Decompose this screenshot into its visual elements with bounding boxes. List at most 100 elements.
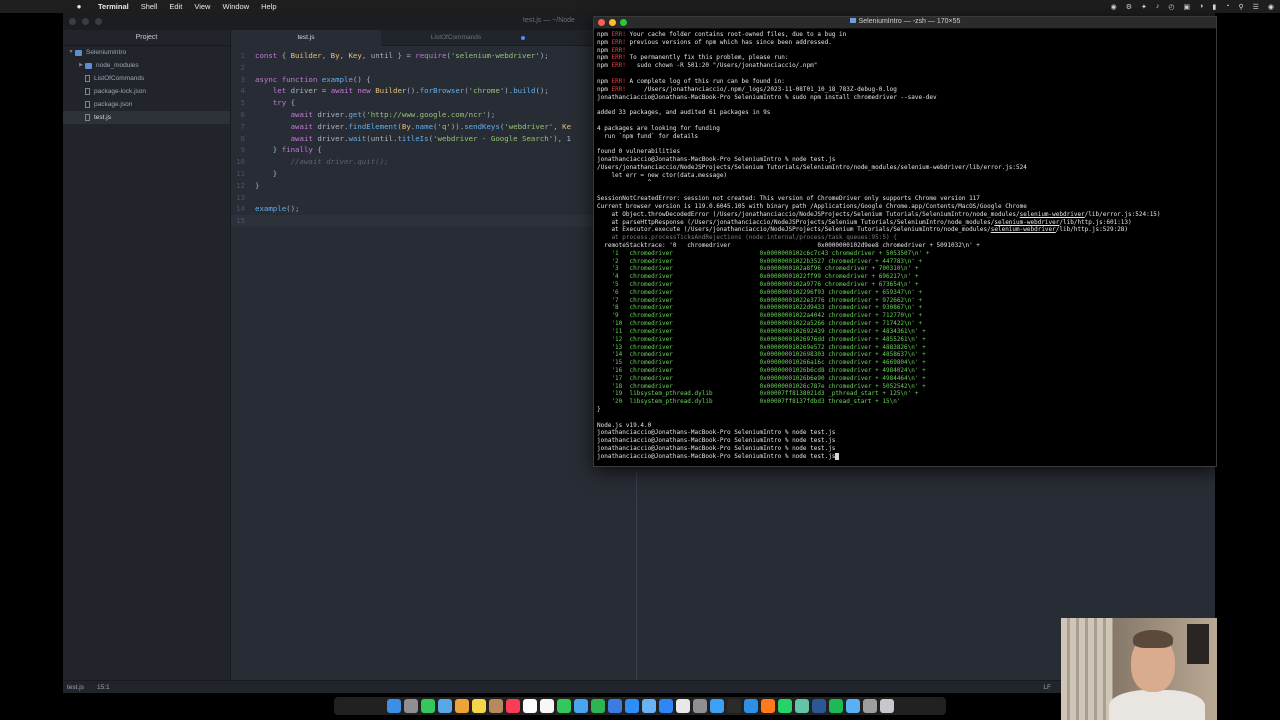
chrome-icon[interactable] [675, 699, 690, 713]
calendar-icon[interactable] [522, 699, 537, 713]
firefox-icon[interactable] [760, 699, 775, 713]
whatsapp-icon[interactable] [777, 699, 792, 713]
line-number: 2 [240, 62, 245, 72]
terminal-line: Current browser version is 119.0.6045.10… [597, 202, 1027, 210]
code-text: async function example() { [255, 74, 371, 84]
mail-icon[interactable] [573, 699, 588, 713]
wifi-icon[interactable]: ◔ [1225, 3, 1229, 10]
terminal-line: jonathanciaccio@Jonathans-MacBook-Pro Se… [597, 429, 836, 437]
volume-icon[interactable]: ♪ [1156, 3, 1160, 10]
code-text: } [255, 169, 278, 178]
control-center-icon[interactable]: ☰ [1253, 3, 1259, 11]
code-text: } finally { [255, 145, 322, 155]
terminal-line: added 33 packages, and audited 61 packag… [597, 109, 771, 117]
apple-menu-icon[interactable]: ● [72, 2, 86, 11]
finder-icon[interactable] [386, 699, 401, 713]
atom-icon[interactable] [794, 699, 809, 713]
code-text: try { [272, 98, 296, 108]
app-store-icon[interactable] [624, 699, 639, 713]
dock [334, 697, 946, 715]
terminal-output[interactable]: npm ERR! Your cache folder contains root… [597, 31, 1213, 464]
terminal-title-text: SeleniumIntro — -zsh — 170×55 [858, 18, 961, 25]
reminders-icon[interactable] [539, 699, 554, 713]
screen-record-icon[interactable]: ◉ [1111, 3, 1117, 11]
file-icon [85, 88, 90, 95]
terminal-line: '10 chromedriver 0x00000001022a5266 chro… [597, 320, 923, 328]
trash-icon[interactable] [879, 699, 894, 713]
tree-item[interactable]: package.json [63, 98, 230, 111]
search-icon[interactable]: ⚲ [1238, 3, 1243, 11]
photos-icon[interactable] [454, 699, 469, 713]
terminal-line: '7 chromedriver 0x00000001022e3776 chrom… [597, 296, 923, 304]
terminal-line: jonathanciaccio@Jonathans-MacBook-Pro Se… [597, 445, 836, 453]
line-number: 14 [236, 204, 245, 214]
tab-list-of-commands[interactable]: ListOfCommands [381, 30, 531, 46]
music-icon[interactable] [505, 699, 520, 713]
finder-folder-icon[interactable] [845, 699, 860, 713]
bluetooth-icon[interactable]: ✦ [1141, 3, 1147, 11]
editor-zoom-button[interactable] [95, 18, 102, 25]
file-icon [85, 114, 90, 121]
facetime-icon[interactable] [556, 699, 571, 713]
xcode-icon[interactable] [709, 699, 724, 713]
folder-icon [85, 62, 92, 69]
battery-icon[interactable]: ▮ [1212, 3, 1216, 11]
project-header[interactable]: Project [63, 30, 230, 46]
status-cursor-position[interactable]: 15:1 [97, 681, 110, 694]
terminal-icon[interactable] [726, 699, 741, 713]
editor-close-button[interactable] [69, 18, 76, 25]
menu-window[interactable]: Window [222, 2, 249, 11]
display-icon[interactable]: ▣ [1184, 3, 1191, 11]
system-settings-icon[interactable] [692, 699, 707, 713]
status-file-name[interactable]: test.js [67, 681, 84, 694]
keynote-icon[interactable] [607, 699, 622, 713]
menu-view[interactable]: View [194, 2, 210, 11]
preview-icon[interactable] [641, 699, 656, 713]
editor-status-bar: test.js 15:1 LF [63, 680, 1215, 693]
launchpad-icon[interactable] [403, 699, 418, 713]
messages-icon[interactable] [420, 699, 435, 713]
editor-minimize-button[interactable] [82, 18, 89, 25]
safari-icon[interactable] [658, 699, 673, 713]
terminal-line: ^ [597, 179, 652, 187]
focus-icon[interactable]: ◑ [1199, 3, 1203, 10]
tab-test-js[interactable]: test.js [231, 30, 381, 46]
terminal-line: '18 chromedriver 0x00000001026c787e chro… [597, 382, 926, 390]
menu-app-name[interactable]: Terminal [98, 2, 129, 11]
editor-window-title: test.js — ~/Node [523, 17, 575, 24]
gear-icon[interactable]: ⚙ [1126, 3, 1132, 11]
wrap-guide [636, 473, 637, 680]
tree-item[interactable]: ▼ SeleniumIntro [63, 46, 230, 59]
tree-item[interactable]: package-lock.json [63, 85, 230, 98]
tree-item[interactable]: ▶ node_modules [63, 59, 230, 72]
word-icon[interactable] [811, 699, 826, 713]
vscode-icon[interactable] [743, 699, 758, 713]
clock-icon[interactable]: ◴ [1168, 3, 1174, 11]
maps-icon[interactable] [437, 699, 452, 713]
folder-icon [849, 18, 856, 23]
menu-shell[interactable]: Shell [141, 2, 158, 11]
contacts-icon[interactable] [488, 699, 503, 713]
tree-item[interactable]: test.js [63, 111, 230, 124]
modified-dot-icon [521, 36, 525, 40]
code-text: await driver.get('http://www.google.com/… [290, 110, 496, 119]
terminal-line: npm ERR! [597, 46, 626, 54]
terminal-line: found 0 vulnerabilities [597, 148, 681, 156]
status-line-ending[interactable]: LF [1043, 681, 1051, 694]
tree-item[interactable]: ListOfCommands [63, 72, 230, 85]
siri-icon[interactable]: ◉ [1268, 3, 1274, 11]
tree-item-label: node_modules [96, 62, 139, 69]
chevron-right-icon: ▶ [79, 62, 83, 68]
spotify-icon[interactable] [828, 699, 843, 713]
menu-help[interactable]: Help [261, 2, 276, 11]
code-text: let driver = await new Builder().forBrow… [272, 86, 549, 96]
tree-item-label: ListOfCommands [94, 75, 145, 82]
numbers-icon[interactable] [590, 699, 605, 713]
terminal-line: '9 chromedriver 0x00000001022a4042 chrom… [597, 312, 923, 320]
notes-icon[interactable] [471, 699, 486, 713]
line-number: 4 [240, 86, 245, 96]
screenshot-icon[interactable] [862, 699, 877, 713]
menu-edit[interactable]: Edit [169, 2, 182, 11]
